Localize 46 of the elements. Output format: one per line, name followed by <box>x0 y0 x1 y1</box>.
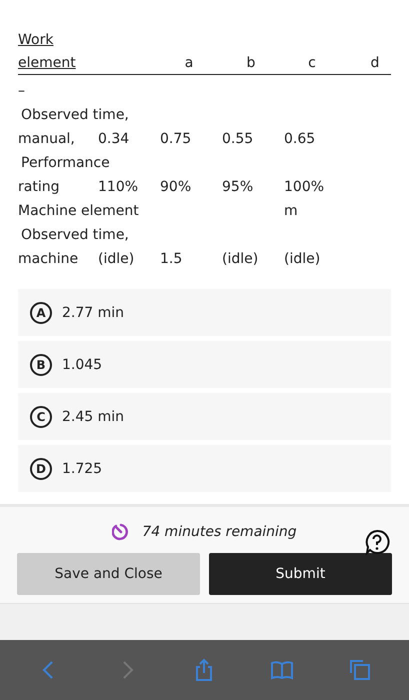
table-cell-text: 100% <box>284 179 326 195</box>
option-text: 1.045 <box>62 356 102 372</box>
answer-option[interactable]: D 1.725 <box>18 445 391 492</box>
table-cell-text: (idle) <box>98 251 136 267</box>
time-remaining: 74 minutes remaining <box>142 524 297 540</box>
table-cell-text: c <box>307 55 317 71</box>
submit-button[interactable]: Submit <box>209 553 392 595</box>
table-cell-text: 110% <box>98 179 140 195</box>
table-cell-text: 1.5 <box>160 251 184 267</box>
table-cell-text: b <box>246 55 256 71</box>
answer-option[interactable]: C 2.45 min <box>18 393 391 440</box>
table-cell-text: manual, <box>18 131 76 147</box>
table-cell-text: (idle) <box>222 251 260 267</box>
table-cell-text: element <box>18 55 77 71</box>
option-letter: D <box>30 458 52 480</box>
table-cell-text: 0.34 <box>98 131 130 147</box>
option-text: 2.45 min <box>62 408 124 424</box>
option-letter: C <box>30 406 52 428</box>
table-cell-text: d <box>370 55 380 71</box>
table-cell-text: 0.55 <box>222 131 254 147</box>
help-icon[interactable] <box>364 529 390 555</box>
table-cell-text: a <box>184 55 194 71</box>
table-cell-text: Machine element <box>18 203 140 219</box>
table-cell-text: 95% <box>222 179 254 195</box>
tabs-icon[interactable] <box>348 658 372 682</box>
table-cell-text: Performance <box>20 155 111 171</box>
table-cell-text: – <box>18 83 26 99</box>
table-cell-text: m <box>284 203 299 219</box>
table-cell-text: Work <box>18 32 54 48</box>
table-cell-text: machine <box>18 251 80 267</box>
table-cell-text: 90% <box>160 179 192 195</box>
table-cell-text: 0.75 <box>160 131 192 147</box>
table-cell-text: rating <box>18 179 60 195</box>
timer-icon <box>112 523 130 541</box>
save-button[interactable]: Save and Close <box>17 553 200 595</box>
answer-option[interactable]: A 2.77 min <box>18 289 391 336</box>
table-cell-text: 0.65 <box>284 131 316 147</box>
option-letter: B <box>30 354 52 376</box>
option-text: 2.77 min <box>62 304 124 320</box>
answer-option[interactable]: B 1.045 <box>18 341 391 388</box>
option-letter: A <box>30 302 52 324</box>
table-cell-text: Observed time, <box>20 107 130 123</box>
table-cell-text: (idle) <box>284 251 322 267</box>
table-cell-text: Observed time, <box>20 227 130 243</box>
book-icon[interactable] <box>270 658 294 682</box>
option-text: 1.725 <box>62 460 102 476</box>
